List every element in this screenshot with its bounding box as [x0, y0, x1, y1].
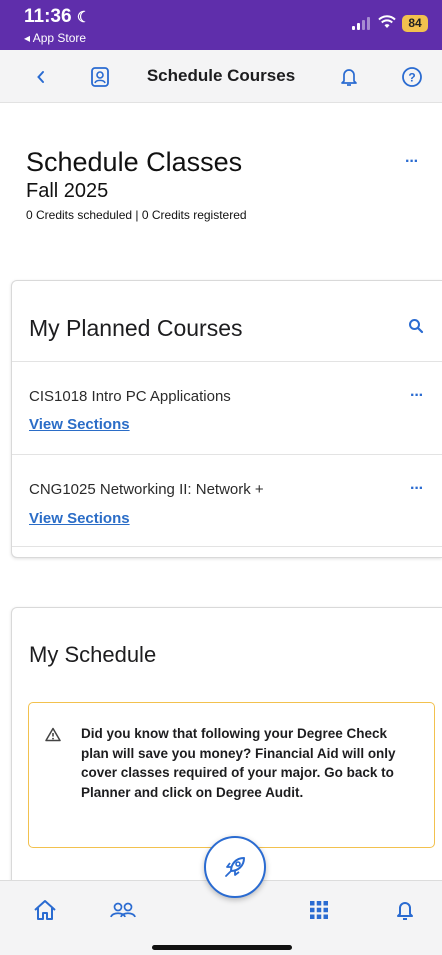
bell-icon[interactable] [334, 62, 364, 92]
battery-indicator: 84 [402, 15, 428, 32]
schedule-title: Schedule Classes [26, 147, 243, 177]
credits-summary: 0 Credits scheduled | 0 Credits register… [26, 208, 247, 222]
home-indicator [152, 945, 292, 950]
wifi-icon [378, 13, 396, 34]
schedule-more-button[interactable]: ··· [405, 153, 419, 171]
degree-check-alert: Did you know that following your Degree … [28, 702, 435, 848]
planned-courses-card: My Planned Courses CIS1018 Intro PC Appl… [11, 280, 442, 558]
course-name: CNG1025 Networking II: Network + [29, 481, 264, 498]
divider [12, 546, 442, 547]
divider [12, 361, 442, 362]
home-icon[interactable] [28, 893, 62, 927]
signal-icon [352, 17, 370, 30]
planned-courses-title: My Planned Courses [29, 315, 243, 341]
course-more-button[interactable]: ··· [410, 480, 424, 498]
status-time: 11:36 ☾ [24, 6, 91, 27]
help-icon[interactable]: ? [397, 62, 427, 92]
warning-icon [45, 727, 61, 747]
rocket-icon[interactable] [204, 836, 266, 898]
divider [12, 454, 442, 455]
bell-icon[interactable] [388, 893, 422, 927]
top-header: Schedule Courses ? [0, 50, 442, 103]
course-name: CIS1018 Intro PC Applications [29, 388, 231, 405]
page-title: Schedule Courses [146, 66, 296, 85]
back-to-app-store[interactable]: ◂ App Store [24, 31, 86, 45]
status-bar: 11:36 ☾ ◂ App Store 84 [0, 0, 442, 50]
view-sections-link[interactable]: View Sections [29, 510, 130, 527]
course-more-button[interactable]: ··· [410, 387, 424, 405]
search-icon[interactable] [408, 318, 424, 339]
svg-text:?: ? [408, 71, 415, 85]
people-icon[interactable] [106, 893, 140, 927]
grid-icon[interactable] [302, 893, 336, 927]
alert-message: Did you know that following your Degree … [81, 726, 396, 800]
view-sections-link[interactable]: View Sections [29, 416, 130, 433]
term-label: Fall 2025 [26, 180, 109, 202]
my-schedule-title: My Schedule [29, 642, 157, 667]
